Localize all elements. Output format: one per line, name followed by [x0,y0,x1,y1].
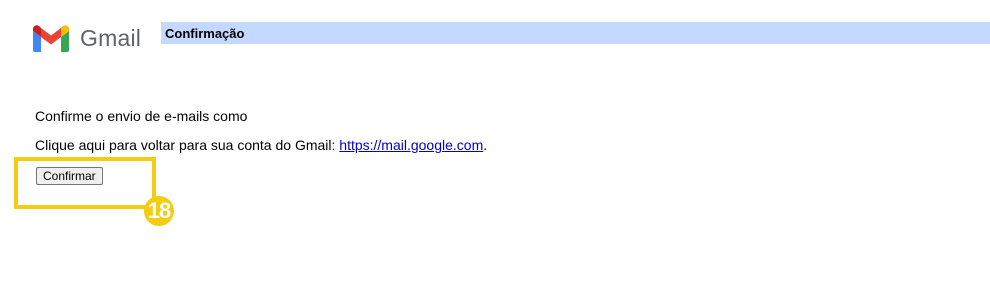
page-title: Confirmação [165,25,245,41]
step-number-badge: 18 [144,196,174,226]
gmail-link[interactable]: https://mail.google.com [339,137,483,153]
gmail-wordmark: Gmail [80,24,142,51]
gmail-m-icon [33,24,69,52]
gmail-logo: Gmail [33,22,141,54]
title-bar: Confirmação [161,22,990,44]
step-highlight-box [14,157,156,209]
return-message-suffix: . [483,137,488,153]
return-message: Clique aqui para voltar para sua conta d… [35,137,487,153]
confirm-message: Confirme o envio de e-mails como [35,108,248,124]
return-message-text: Clique aqui para voltar para sua conta d… [35,137,340,153]
